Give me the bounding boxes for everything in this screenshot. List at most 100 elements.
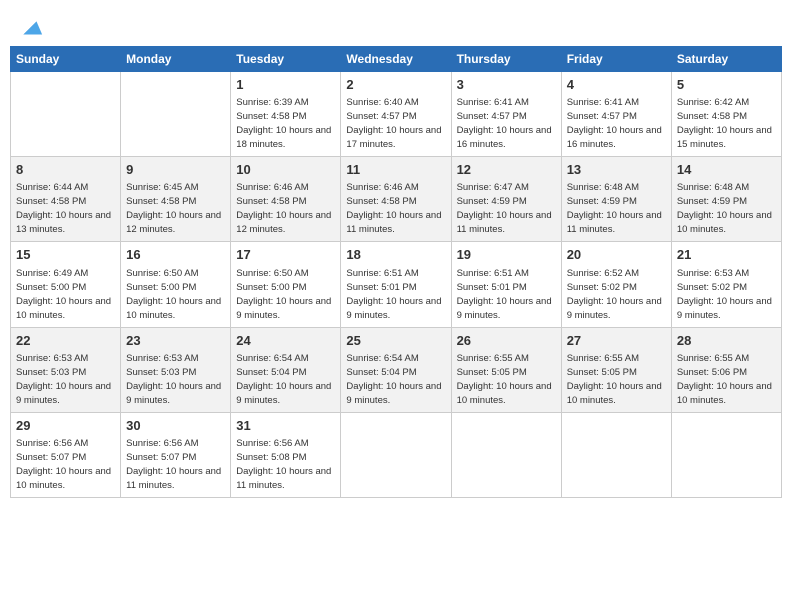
page-header [10, 10, 782, 42]
calendar-week-row: 22 Sunrise: 6:53 AMSunset: 5:03 PMDaylig… [11, 327, 782, 412]
day-info: Sunrise: 6:46 AMSunset: 4:58 PMDaylight:… [346, 182, 441, 235]
day-number: 16 [126, 246, 225, 264]
day-info: Sunrise: 6:55 AMSunset: 5:06 PMDaylight:… [677, 353, 772, 406]
day-info: Sunrise: 6:50 AMSunset: 5:00 PMDaylight:… [126, 268, 221, 321]
day-number: 5 [677, 76, 776, 94]
calendar-cell: 18 Sunrise: 6:51 AMSunset: 5:01 PMDaylig… [341, 242, 451, 327]
logo [14, 14, 44, 42]
day-number: 15 [16, 246, 115, 264]
calendar-cell: 19 Sunrise: 6:51 AMSunset: 5:01 PMDaylig… [451, 242, 561, 327]
calendar-cell: 28 Sunrise: 6:55 AMSunset: 5:06 PMDaylig… [671, 327, 781, 412]
day-number: 29 [16, 417, 115, 435]
calendar-cell: 20 Sunrise: 6:52 AMSunset: 5:02 PMDaylig… [561, 242, 671, 327]
calendar-cell: 8 Sunrise: 6:44 AMSunset: 4:58 PMDayligh… [11, 157, 121, 242]
day-info: Sunrise: 6:56 AMSunset: 5:07 PMDaylight:… [16, 438, 111, 491]
day-number: 2 [346, 76, 445, 94]
day-number: 26 [457, 332, 556, 350]
calendar-cell: 15 Sunrise: 6:49 AMSunset: 5:00 PMDaylig… [11, 242, 121, 327]
header-thursday: Thursday [451, 47, 561, 72]
calendar-cell: 24 Sunrise: 6:54 AMSunset: 5:04 PMDaylig… [231, 327, 341, 412]
day-number: 17 [236, 246, 335, 264]
day-info: Sunrise: 6:42 AMSunset: 4:58 PMDaylight:… [677, 97, 772, 150]
calendar-cell: 2 Sunrise: 6:40 AMSunset: 4:57 PMDayligh… [341, 72, 451, 157]
day-info: Sunrise: 6:40 AMSunset: 4:57 PMDaylight:… [346, 97, 441, 150]
calendar-week-row: 8 Sunrise: 6:44 AMSunset: 4:58 PMDayligh… [11, 157, 782, 242]
day-info: Sunrise: 6:55 AMSunset: 5:05 PMDaylight:… [457, 353, 552, 406]
calendar-cell: 16 Sunrise: 6:50 AMSunset: 5:00 PMDaylig… [121, 242, 231, 327]
header-friday: Friday [561, 47, 671, 72]
day-info: Sunrise: 6:48 AMSunset: 4:59 PMDaylight:… [567, 182, 662, 235]
day-number: 23 [126, 332, 225, 350]
day-number: 14 [677, 161, 776, 179]
calendar-cell: 11 Sunrise: 6:46 AMSunset: 4:58 PMDaylig… [341, 157, 451, 242]
day-number: 8 [16, 161, 115, 179]
calendar-table: SundayMondayTuesdayWednesdayThursdayFrid… [10, 46, 782, 498]
day-number: 27 [567, 332, 666, 350]
calendar-cell: 27 Sunrise: 6:55 AMSunset: 5:05 PMDaylig… [561, 327, 671, 412]
day-number: 31 [236, 417, 335, 435]
calendar-cell: 26 Sunrise: 6:55 AMSunset: 5:05 PMDaylig… [451, 327, 561, 412]
day-info: Sunrise: 6:41 AMSunset: 4:57 PMDaylight:… [457, 97, 552, 150]
day-number: 10 [236, 161, 335, 179]
calendar-header-row: SundayMondayTuesdayWednesdayThursdayFrid… [11, 47, 782, 72]
calendar-cell: 1 Sunrise: 6:39 AMSunset: 4:58 PMDayligh… [231, 72, 341, 157]
calendar-cell: 25 Sunrise: 6:54 AMSunset: 5:04 PMDaylig… [341, 327, 451, 412]
day-info: Sunrise: 6:54 AMSunset: 5:04 PMDaylight:… [346, 353, 441, 406]
calendar-cell [561, 412, 671, 497]
logo-icon [16, 14, 44, 42]
day-number: 24 [236, 332, 335, 350]
day-number: 11 [346, 161, 445, 179]
day-info: Sunrise: 6:53 AMSunset: 5:03 PMDaylight:… [126, 353, 221, 406]
day-info: Sunrise: 6:44 AMSunset: 4:58 PMDaylight:… [16, 182, 111, 235]
calendar-cell: 3 Sunrise: 6:41 AMSunset: 4:57 PMDayligh… [451, 72, 561, 157]
calendar-cell: 31 Sunrise: 6:56 AMSunset: 5:08 PMDaylig… [231, 412, 341, 497]
calendar-cell: 5 Sunrise: 6:42 AMSunset: 4:58 PMDayligh… [671, 72, 781, 157]
day-info: Sunrise: 6:46 AMSunset: 4:58 PMDaylight:… [236, 182, 331, 235]
calendar-cell [451, 412, 561, 497]
header-monday: Monday [121, 47, 231, 72]
calendar-cell: 29 Sunrise: 6:56 AMSunset: 5:07 PMDaylig… [11, 412, 121, 497]
calendar-cell: 12 Sunrise: 6:47 AMSunset: 4:59 PMDaylig… [451, 157, 561, 242]
day-info: Sunrise: 6:41 AMSunset: 4:57 PMDaylight:… [567, 97, 662, 150]
calendar-week-row: 15 Sunrise: 6:49 AMSunset: 5:00 PMDaylig… [11, 242, 782, 327]
day-number: 12 [457, 161, 556, 179]
calendar-cell: 9 Sunrise: 6:45 AMSunset: 4:58 PMDayligh… [121, 157, 231, 242]
day-number: 3 [457, 76, 556, 94]
day-info: Sunrise: 6:56 AMSunset: 5:07 PMDaylight:… [126, 438, 221, 491]
header-saturday: Saturday [671, 47, 781, 72]
day-info: Sunrise: 6:51 AMSunset: 5:01 PMDaylight:… [346, 268, 441, 321]
calendar-cell [11, 72, 121, 157]
day-info: Sunrise: 6:56 AMSunset: 5:08 PMDaylight:… [236, 438, 331, 491]
calendar-cell: 4 Sunrise: 6:41 AMSunset: 4:57 PMDayligh… [561, 72, 671, 157]
day-number: 18 [346, 246, 445, 264]
day-number: 9 [126, 161, 225, 179]
day-info: Sunrise: 6:54 AMSunset: 5:04 PMDaylight:… [236, 353, 331, 406]
day-info: Sunrise: 6:52 AMSunset: 5:02 PMDaylight:… [567, 268, 662, 321]
day-number: 21 [677, 246, 776, 264]
calendar-cell: 14 Sunrise: 6:48 AMSunset: 4:59 PMDaylig… [671, 157, 781, 242]
day-info: Sunrise: 6:47 AMSunset: 4:59 PMDaylight:… [457, 182, 552, 235]
calendar-week-row: 29 Sunrise: 6:56 AMSunset: 5:07 PMDaylig… [11, 412, 782, 497]
day-number: 20 [567, 246, 666, 264]
calendar-cell [341, 412, 451, 497]
calendar-cell [121, 72, 231, 157]
day-info: Sunrise: 6:53 AMSunset: 5:02 PMDaylight:… [677, 268, 772, 321]
day-number: 13 [567, 161, 666, 179]
day-number: 1 [236, 76, 335, 94]
header-tuesday: Tuesday [231, 47, 341, 72]
header-sunday: Sunday [11, 47, 121, 72]
calendar-cell: 13 Sunrise: 6:48 AMSunset: 4:59 PMDaylig… [561, 157, 671, 242]
calendar-cell: 21 Sunrise: 6:53 AMSunset: 5:02 PMDaylig… [671, 242, 781, 327]
day-info: Sunrise: 6:49 AMSunset: 5:00 PMDaylight:… [16, 268, 111, 321]
day-info: Sunrise: 6:51 AMSunset: 5:01 PMDaylight:… [457, 268, 552, 321]
calendar-cell: 23 Sunrise: 6:53 AMSunset: 5:03 PMDaylig… [121, 327, 231, 412]
calendar-cell: 17 Sunrise: 6:50 AMSunset: 5:00 PMDaylig… [231, 242, 341, 327]
day-number: 25 [346, 332, 445, 350]
day-info: Sunrise: 6:53 AMSunset: 5:03 PMDaylight:… [16, 353, 111, 406]
calendar-cell: 10 Sunrise: 6:46 AMSunset: 4:58 PMDaylig… [231, 157, 341, 242]
day-info: Sunrise: 6:50 AMSunset: 5:00 PMDaylight:… [236, 268, 331, 321]
day-number: 22 [16, 332, 115, 350]
calendar-cell: 22 Sunrise: 6:53 AMSunset: 5:03 PMDaylig… [11, 327, 121, 412]
day-number: 28 [677, 332, 776, 350]
calendar-cell: 30 Sunrise: 6:56 AMSunset: 5:07 PMDaylig… [121, 412, 231, 497]
